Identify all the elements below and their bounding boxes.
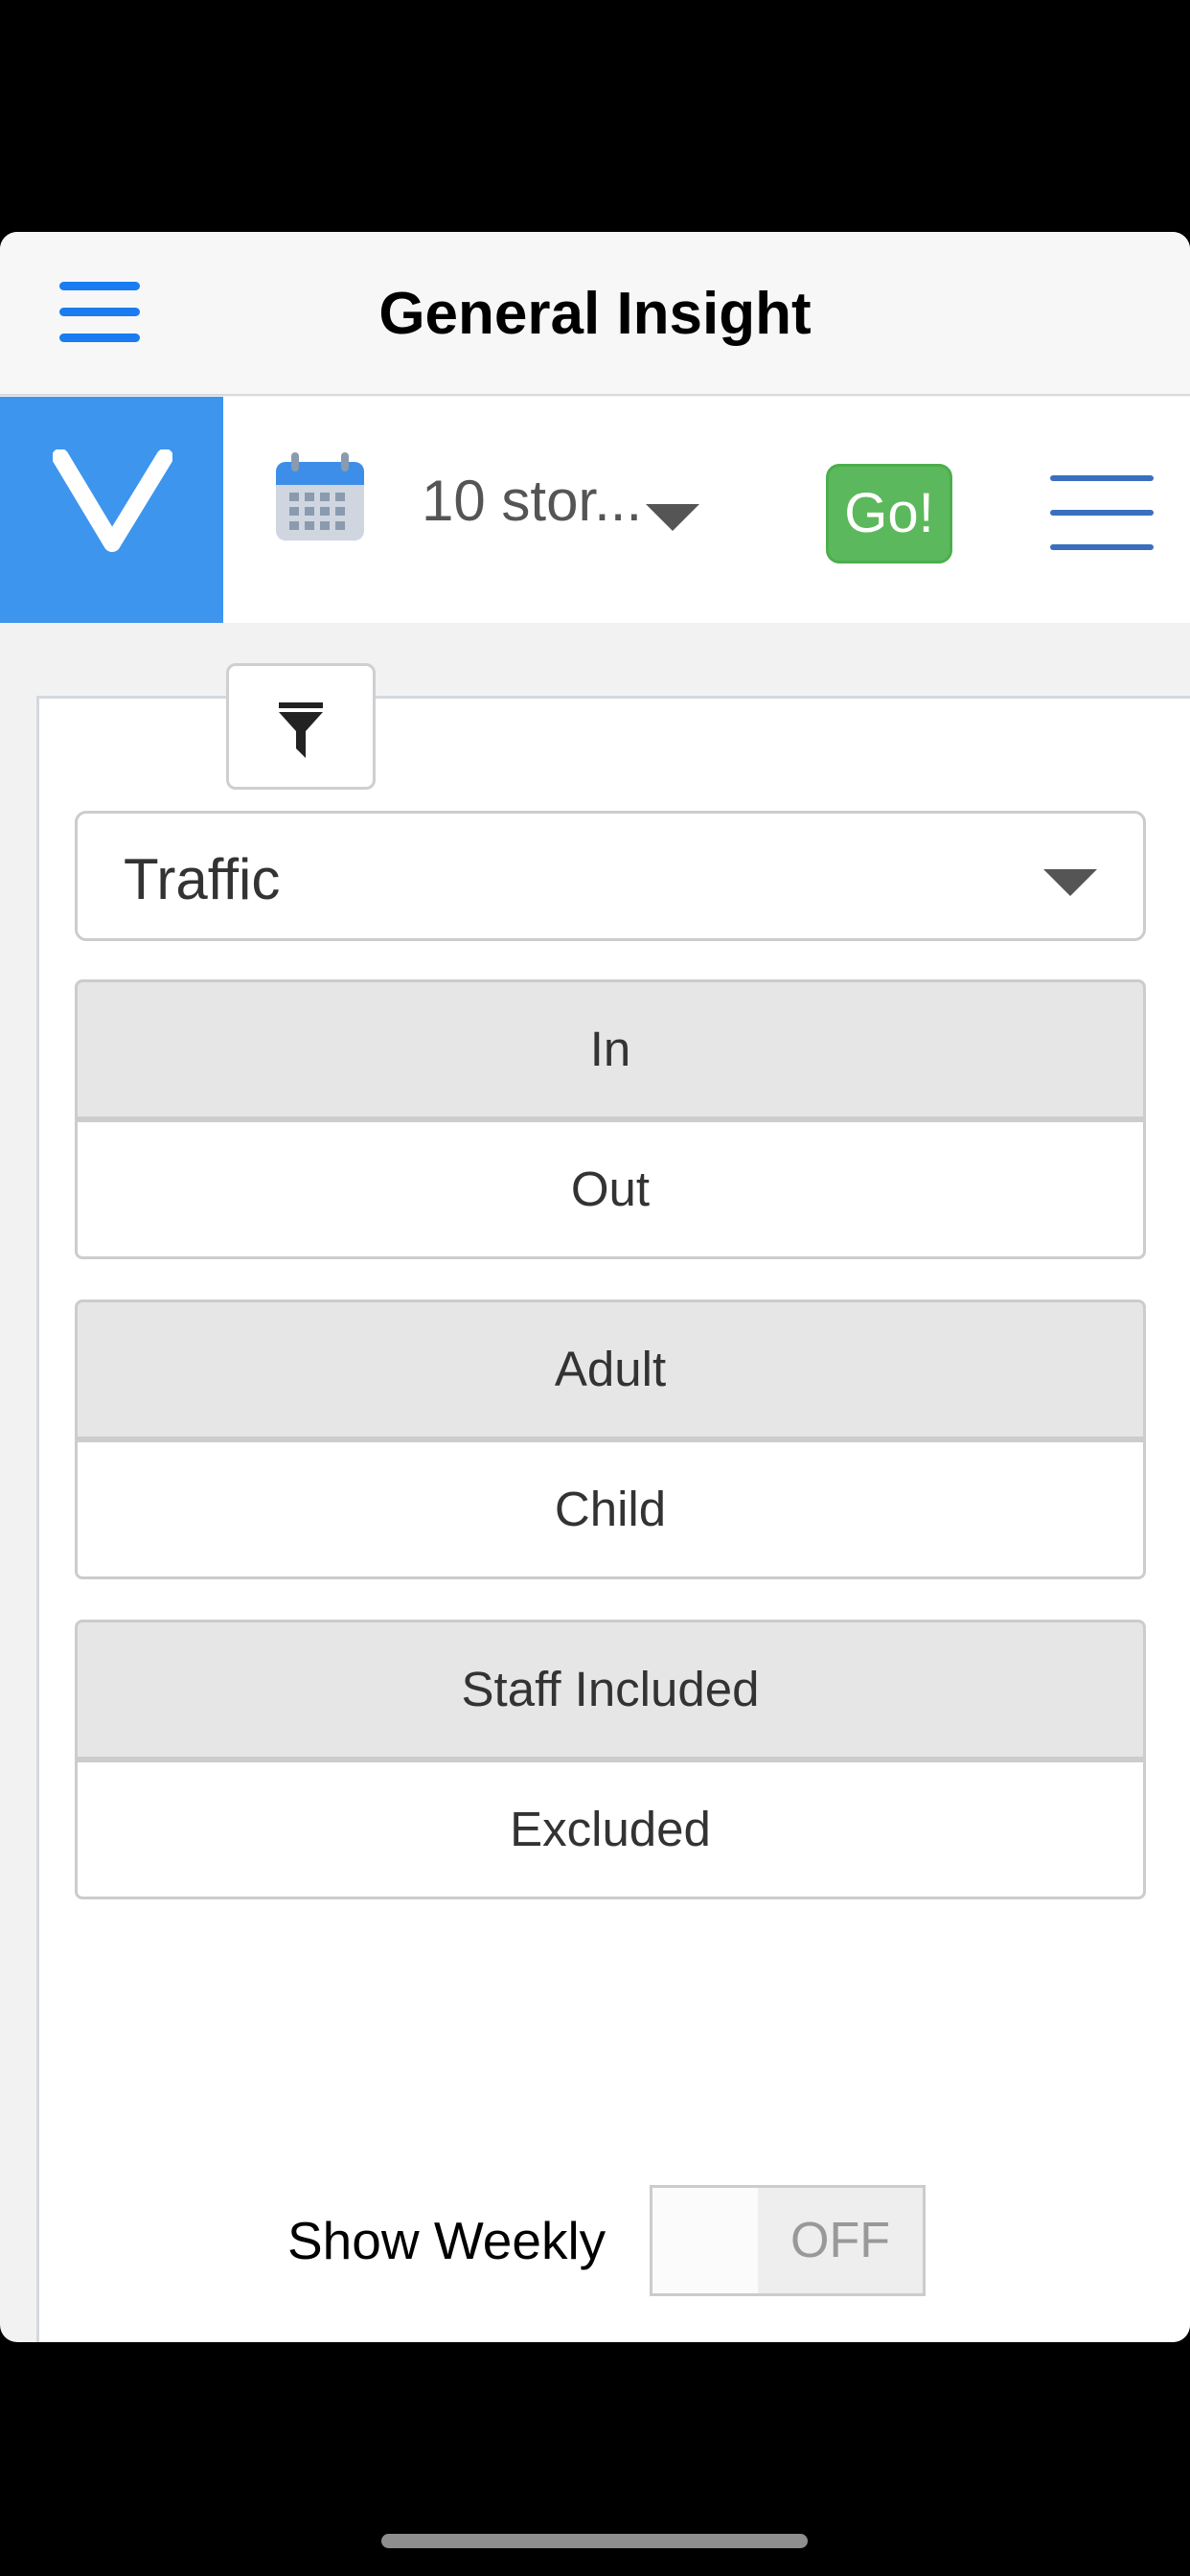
filter-icon bbox=[279, 702, 323, 758]
toggle-state-label: OFF bbox=[758, 2188, 923, 2293]
toolbar: 10 stor... Go! bbox=[0, 397, 1190, 623]
go-button[interactable]: Go! bbox=[826, 464, 952, 564]
direction-in-button[interactable]: In bbox=[75, 979, 1146, 1119]
app-logo bbox=[0, 397, 223, 623]
age-adult-button[interactable]: Adult bbox=[75, 1300, 1146, 1439]
toolbar-menu-icon[interactable] bbox=[1050, 475, 1154, 552]
v-logo-icon bbox=[53, 449, 172, 552]
store-selector[interactable]: 10 stor... bbox=[422, 468, 642, 534]
home-indicator[interactable] bbox=[381, 2534, 808, 2548]
chevron-down-icon bbox=[1043, 869, 1097, 896]
toggle-knob bbox=[652, 2188, 758, 2293]
show-weekly-label: Show Weekly bbox=[287, 2211, 606, 2270]
metric-select[interactable]: Traffic bbox=[75, 811, 1146, 941]
calendar-icon[interactable] bbox=[274, 450, 366, 542]
navigation-bar: General Insight bbox=[0, 232, 1190, 396]
staff-excluded-button[interactable]: Excluded bbox=[75, 1760, 1146, 1899]
metric-select-value: Traffic bbox=[124, 847, 281, 911]
staff-included-button[interactable]: Staff Included bbox=[75, 1620, 1146, 1760]
store-dropdown-caret-icon[interactable] bbox=[646, 504, 699, 531]
show-weekly-toggle[interactable]: OFF bbox=[650, 2185, 926, 2296]
filter-toggle-button[interactable] bbox=[226, 663, 376, 790]
age-child-button[interactable]: Child bbox=[75, 1439, 1146, 1579]
page-title: General Insight bbox=[378, 281, 812, 347]
app-screen: General Insight 10 stor... Go! Traffic I… bbox=[0, 232, 1190, 2342]
direction-out-button[interactable]: Out bbox=[75, 1119, 1146, 1259]
